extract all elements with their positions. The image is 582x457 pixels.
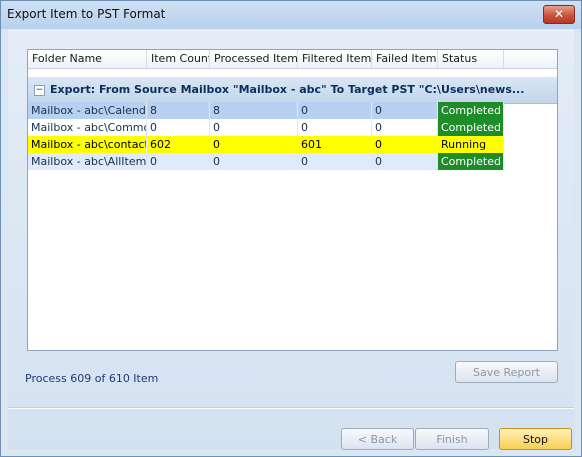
cell-failed-items: 0: [372, 153, 438, 170]
cell-filtered-items: 0: [298, 119, 372, 136]
cell-processed-items: 0: [210, 119, 298, 136]
finish-button[interactable]: Finish: [415, 428, 489, 450]
export-dialog: Export Item to PST Format ✕ Folder Name …: [0, 0, 582, 457]
title-bar: Export Item to PST Format ✕: [1, 1, 581, 29]
dialog-body: Folder Name Item Count Processed Items F…: [8, 29, 574, 450]
cell-failed-items: 0: [372, 136, 438, 153]
cell-item-count: 0: [147, 119, 210, 136]
status-badge: Running: [438, 136, 504, 153]
close-button[interactable]: ✕: [543, 5, 575, 24]
cell-failed-items: 0: [372, 119, 438, 136]
table-row[interactable]: Mailbox - abc\Calendar 8 8 0 0 Completed: [28, 102, 504, 119]
cell-folder-name: Mailbox - abc\contact: [28, 136, 147, 153]
export-grid[interactable]: Folder Name Item Count Processed Items F…: [27, 49, 558, 351]
cell-item-count: 0: [147, 153, 210, 170]
cell-folder-name: Mailbox - abc\Calendar: [28, 102, 147, 119]
separator: [8, 407, 574, 409]
status-badge: Completed: [438, 119, 504, 136]
group-title: Export: From Source Mailbox "Mailbox - a…: [50, 83, 525, 96]
cell-filtered-items: 601: [298, 136, 372, 153]
progress-text: Process 609 of 610 Item: [25, 372, 159, 385]
stop-button[interactable]: Stop: [499, 428, 572, 450]
status-badge: Completed: [438, 102, 504, 119]
cell-failed-items: 0: [372, 102, 438, 119]
column-header-item-count[interactable]: Item Count: [147, 50, 210, 68]
column-header-processed-items[interactable]: Processed Items: [210, 50, 298, 68]
grid-header: Folder Name Item Count Processed Items F…: [28, 50, 557, 69]
cell-filtered-items: 0: [298, 102, 372, 119]
cell-processed-items: 8: [210, 102, 298, 119]
window-title: Export Item to PST Format: [7, 7, 166, 21]
cell-item-count: 602: [147, 136, 210, 153]
table-row[interactable]: Mailbox - abc\AllItems 0 0 0 0 Completed: [28, 153, 504, 170]
back-button[interactable]: < Back: [341, 428, 414, 450]
cell-folder-name: Mailbox - abc\Commo...: [28, 119, 147, 136]
cell-processed-items: 0: [210, 153, 298, 170]
collapse-icon[interactable]: −: [34, 85, 45, 96]
column-header-status[interactable]: Status: [438, 50, 504, 68]
column-header-failed-items[interactable]: Failed Items: [372, 50, 438, 68]
table-row[interactable]: Mailbox - abc\Commo... 0 0 0 0 Completed: [28, 119, 504, 136]
group-row[interactable]: − Export: From Source Mailbox "Mailbox -…: [28, 76, 557, 104]
column-header-filtered-items[interactable]: Filtered Items: [298, 50, 372, 68]
column-header-folder-name[interactable]: Folder Name: [28, 50, 147, 68]
cell-processed-items: 0: [210, 136, 298, 153]
cell-folder-name: Mailbox - abc\AllItems: [28, 153, 147, 170]
table-row[interactable]: Mailbox - abc\contact 602 0 601 0 Runnin…: [28, 136, 504, 153]
status-badge: Completed: [438, 153, 504, 170]
cell-filtered-items: 0: [298, 153, 372, 170]
save-report-button[interactable]: Save Report: [455, 361, 558, 383]
cell-item-count: 8: [147, 102, 210, 119]
